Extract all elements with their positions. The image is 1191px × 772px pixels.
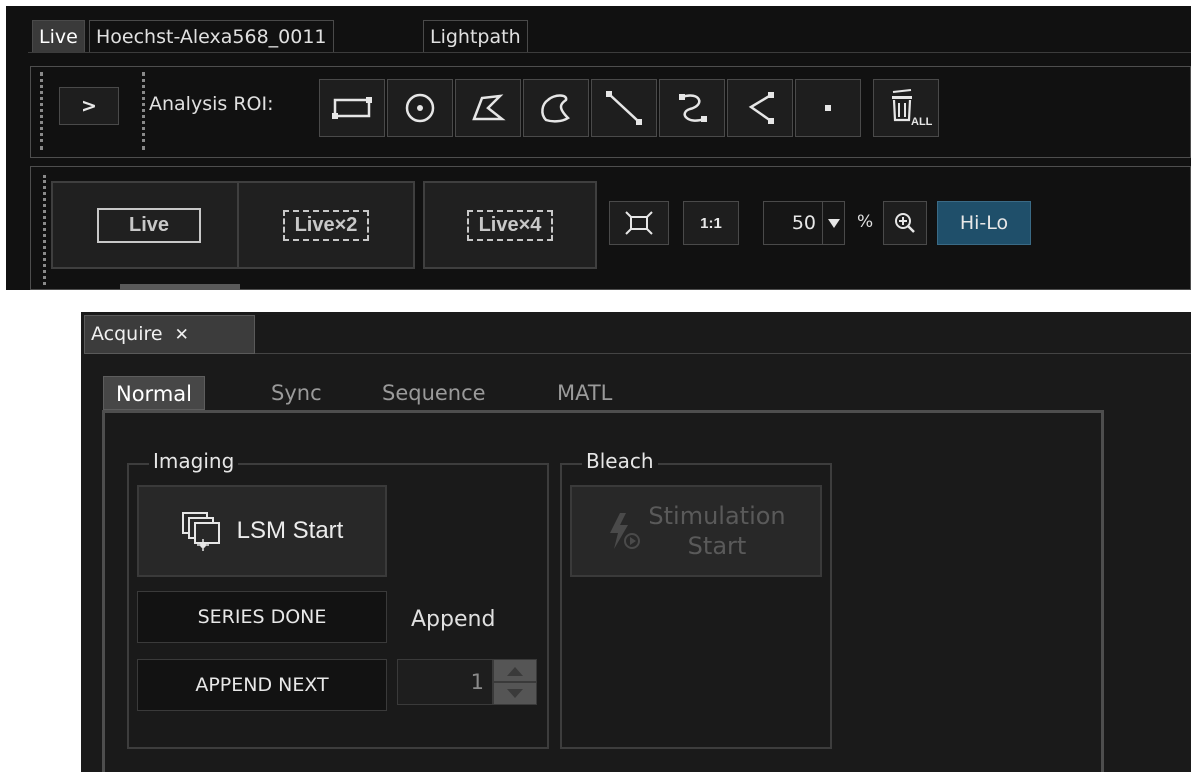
zoom-dropdown-chevron-down-icon[interactable]	[823, 201, 845, 245]
delete-all-sublabel: ALL	[911, 116, 933, 128]
zoom-unit-label: %	[857, 212, 874, 232]
stimulation-label-line2: Start	[687, 532, 747, 560]
tab-live[interactable]: Live	[32, 20, 85, 52]
stimulation-start-button[interactable]: Stimulation Start	[570, 485, 822, 577]
zoom-input[interactable]: 50	[763, 201, 823, 245]
lsm-start-label: LSM Start	[236, 517, 344, 544]
live-x4-button-label: Live×4	[466, 209, 554, 241]
live-x2-button-label: Live×2	[282, 209, 370, 241]
freehand-roi-icon[interactable]	[523, 79, 589, 137]
zoom-in-icon[interactable]	[883, 201, 927, 245]
toolbar-grip-2[interactable]	[142, 72, 145, 150]
analysis-roi-label: Analysis ROI:	[149, 93, 274, 115]
delete-all-roi-button[interactable]: ALL	[873, 79, 939, 137]
point-roi-icon[interactable]	[795, 79, 861, 137]
toolbar-grip-3[interactable]	[43, 175, 46, 285]
live-button[interactable]: Live	[51, 181, 247, 269]
scroll-thumb[interactable]	[120, 284, 240, 290]
live-x4-button[interactable]: Live×4	[423, 181, 597, 269]
ellipse-roi-icon[interactable]	[387, 79, 453, 137]
toolbar-grip[interactable]	[40, 72, 43, 150]
freeline-roi-icon[interactable]	[727, 79, 793, 137]
close-icon[interactable]: ✕	[175, 325, 189, 345]
acquire-panel: Acquire ✕ Normal Sync Sequence MATL Imag…	[81, 312, 1191, 772]
append-next-button[interactable]: APPEND NEXT	[137, 659, 387, 711]
imaging-group-title: Imaging	[149, 449, 239, 473]
roi-toolbar: > Analysis ROI: ALL	[30, 66, 1191, 158]
tab-divider	[255, 353, 1191, 354]
tab-sync[interactable]: Sync	[271, 376, 322, 410]
append-number-input[interactable]: 1	[397, 659, 493, 705]
tab-acquire[interactable]: Acquire ✕	[84, 315, 255, 354]
bleach-group-title: Bleach	[582, 449, 658, 473]
line-roi-icon[interactable]	[591, 79, 657, 137]
live-toolbar: Live Live×2 Live×4 1:1 50 % Hi-Lo	[30, 166, 1191, 290]
expand-button[interactable]: >	[59, 87, 119, 125]
fit-to-window-icon[interactable]	[609, 201, 669, 245]
tab-hoechst-alexa568[interactable]: Hoechst-Alexa568_0011	[89, 20, 334, 52]
polyline-roi-icon[interactable]	[659, 79, 725, 137]
document-tab-bar: Live Hoechst-Alexa568_0011 Lightpath	[28, 16, 1191, 53]
zoom-1-to-1-button[interactable]: 1:1	[683, 201, 739, 245]
bleach-group: Bleach Stimulation Start	[560, 449, 832, 749]
polygon-roi-icon[interactable]	[455, 79, 521, 137]
hi-lo-button[interactable]: Hi-Lo	[937, 201, 1031, 245]
lsm-start-button[interactable]: LSM Start	[137, 485, 387, 577]
lsm-scan-icon	[181, 512, 220, 551]
tab-lightpath[interactable]: Lightpath	[423, 20, 528, 52]
spinner-down-icon[interactable]	[493, 682, 537, 705]
stimulation-label-line1: Stimulation	[648, 502, 786, 530]
append-label: Append	[411, 607, 496, 632]
imaging-group: Imaging LSM Start SERIES DONE Append APP…	[127, 449, 549, 749]
acquire-tab-label: Acquire	[91, 323, 163, 345]
lightning-stimulation-icon	[610, 513, 641, 549]
rectangle-roi-icon[interactable]	[319, 79, 385, 137]
tab-normal[interactable]: Normal	[103, 376, 205, 410]
live-x2-button[interactable]: Live×2	[237, 181, 415, 269]
tab-matl[interactable]: MATL	[557, 376, 612, 410]
tab-sequence[interactable]: Sequence	[382, 376, 486, 410]
live-button-label: Live	[96, 207, 202, 243]
series-done-button[interactable]: SERIES DONE	[137, 591, 387, 643]
normal-tab-content: Imaging LSM Start SERIES DONE Append APP…	[102, 410, 1104, 772]
spinner-up-icon[interactable]	[493, 659, 537, 682]
live-panel: Live Hoechst-Alexa568_0011 Lightpath > A…	[6, 6, 1191, 290]
